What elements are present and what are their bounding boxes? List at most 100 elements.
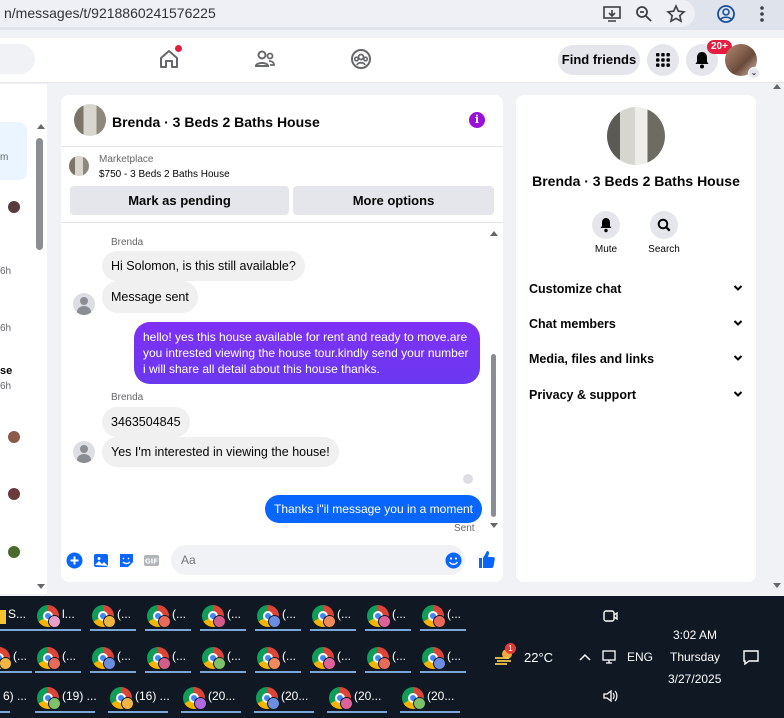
taskbar-window[interactable]: (20...	[181, 685, 247, 713]
chat-avatar[interactable]	[8, 201, 20, 213]
taskbar-window[interactable]: (20...	[327, 685, 393, 713]
taskbar-window[interactable]: (20...	[254, 685, 320, 713]
network-icon[interactable]	[602, 649, 618, 665]
install-app-icon[interactable]	[602, 4, 622, 24]
taskbar-window[interactable]: (...	[255, 603, 305, 631]
taskbar-window[interactable]: (...	[145, 603, 195, 631]
sender-avatar[interactable]	[73, 441, 95, 463]
taskbar-window[interactable]: (...	[145, 645, 195, 673]
taskbar-window[interactable]: (...	[420, 603, 470, 631]
menu-button[interactable]	[647, 44, 679, 76]
groups-icon[interactable]	[349, 47, 373, 71]
sender-avatar[interactable]	[73, 293, 95, 315]
outgoing-message[interactable]: Thanks i"il message you in a moment	[265, 495, 483, 523]
message-input[interactable]	[171, 545, 465, 575]
active-indicator	[145, 671, 191, 673]
incoming-message[interactable]: Hi Solomon, is this still available?	[102, 251, 305, 281]
photo-icon[interactable]	[93, 552, 110, 569]
taskbar-window[interactable]: (...	[200, 603, 250, 631]
taskbar-window-label: (...	[227, 649, 241, 663]
language-indicator[interactable]: ENG	[627, 650, 653, 664]
chat-members-row[interactable]: Chat members	[529, 317, 744, 331]
taskbar-window[interactable]: (...	[90, 645, 140, 673]
scroll-up-arrow[interactable]	[37, 124, 45, 129]
taskbar-window[interactable]: (...	[365, 645, 415, 673]
page-scroll-down-arrow[interactable]	[773, 583, 781, 588]
conversation-title[interactable]: Brenda · 3 Beds 2 Baths House	[112, 114, 320, 130]
mark-as-pending-button[interactable]: Mark as pending	[70, 186, 289, 215]
incoming-message[interactable]: Yes I'm interested in viewing the house!	[102, 437, 339, 467]
zoom-icon[interactable]	[634, 4, 654, 24]
outgoing-message[interactable]: hello! yes this house available for rent…	[134, 322, 480, 384]
selected-chat-item[interactable]	[0, 122, 27, 180]
gif-icon[interactable]: GIF	[143, 552, 160, 569]
taskbar-window[interactable]: (20...	[400, 685, 466, 713]
chat-list-snippet: se	[0, 365, 13, 377]
taskbar-window[interactable]: (...	[420, 645, 470, 673]
mute-button[interactable]	[592, 211, 620, 239]
incoming-message[interactable]: 3463504845	[102, 407, 190, 437]
volume-icon[interactable]	[602, 688, 618, 704]
active-indicator	[35, 711, 95, 713]
taskbar-window[interactable]: (...	[0, 645, 36, 673]
address-bar[interactable]: n/messages/t/9218860241576225	[0, 0, 695, 27]
notification-center-icon[interactable]	[742, 648, 760, 666]
more-menu-icon[interactable]	[752, 4, 772, 24]
profile-icon[interactable]	[716, 4, 736, 24]
clock-time[interactable]: 3:02 AM	[673, 628, 717, 642]
taskbar-window[interactable]: (...	[310, 645, 360, 673]
friends-icon[interactable]	[253, 47, 277, 71]
chevron-down-icon	[733, 391, 743, 397]
chat-avatar[interactable]	[8, 431, 20, 443]
conversation-avatar[interactable]	[74, 104, 106, 136]
find-friends-button[interactable]: Find friends	[558, 45, 640, 75]
customize-chat-row[interactable]: Customize chat	[529, 282, 744, 296]
like-icon[interactable]	[477, 550, 496, 569]
account-avatar[interactable]: ⌄	[725, 44, 760, 79]
mute-label: Mute	[594, 244, 618, 255]
listing-summary[interactable]: $750 - 3 Beds 2 Baths House	[99, 169, 230, 180]
sticker-icon[interactable]	[118, 552, 135, 569]
taskbar-window[interactable]: (...	[90, 603, 140, 631]
taskbar-window[interactable]: (16) ...	[108, 685, 174, 713]
more-options-button[interactable]: More options	[293, 186, 494, 215]
taskbar-window[interactable]: (...	[200, 645, 250, 673]
active-indicator	[0, 711, 10, 713]
page-scroll-up-arrow[interactable]	[773, 84, 781, 89]
search-field[interactable]	[0, 44, 35, 74]
taskbar-window[interactable]: (...	[365, 603, 415, 631]
info-icon[interactable]: i	[469, 112, 485, 128]
chat-list-scrollbar[interactable]	[36, 138, 43, 250]
taskbar-window[interactable]: (...	[35, 645, 85, 673]
incoming-message[interactable]: Message sent	[102, 281, 198, 313]
meet-now-icon[interactable]	[602, 608, 618, 624]
scroll-down-arrow[interactable]	[490, 523, 498, 528]
taskbar-window[interactable]: 6) ...	[0, 685, 32, 713]
listing-thumbnail[interactable]	[69, 156, 89, 176]
folder-icon	[0, 610, 6, 624]
media-files-links-row[interactable]: Media, files and links	[529, 352, 744, 366]
scroll-up-arrow[interactable]	[490, 231, 498, 236]
chevron-up-icon[interactable]	[578, 652, 592, 662]
chat-avatar[interactable]	[8, 546, 20, 558]
active-indicator	[108, 711, 168, 713]
clock-date[interactable]: 3/27/2025	[668, 672, 721, 686]
taskbar-window[interactable]: S...	[0, 603, 40, 631]
conversation-avatar-large[interactable]	[607, 107, 665, 165]
chat-avatar[interactable]	[8, 488, 20, 500]
taskbar-window[interactable]: l...	[35, 603, 85, 631]
taskbar-window[interactable]: (...	[255, 645, 305, 673]
clock-day[interactable]: Thursday	[670, 650, 720, 664]
taskbar-window[interactable]: (19) ...	[35, 685, 101, 713]
scroll-down-arrow[interactable]	[37, 584, 45, 589]
search-button[interactable]	[650, 211, 678, 239]
taskbar-window[interactable]: (...	[310, 603, 360, 631]
profile-badge	[268, 657, 281, 670]
privacy-support-row[interactable]: Privacy & support	[529, 388, 744, 402]
plus-icon[interactable]	[66, 552, 83, 569]
bookmark-star-icon[interactable]	[666, 4, 686, 24]
conversation-scrollbar[interactable]	[491, 354, 496, 517]
temperature[interactable]: 22°C	[524, 650, 553, 665]
profile-badge	[103, 657, 116, 670]
emoji-icon[interactable]	[445, 552, 462, 569]
